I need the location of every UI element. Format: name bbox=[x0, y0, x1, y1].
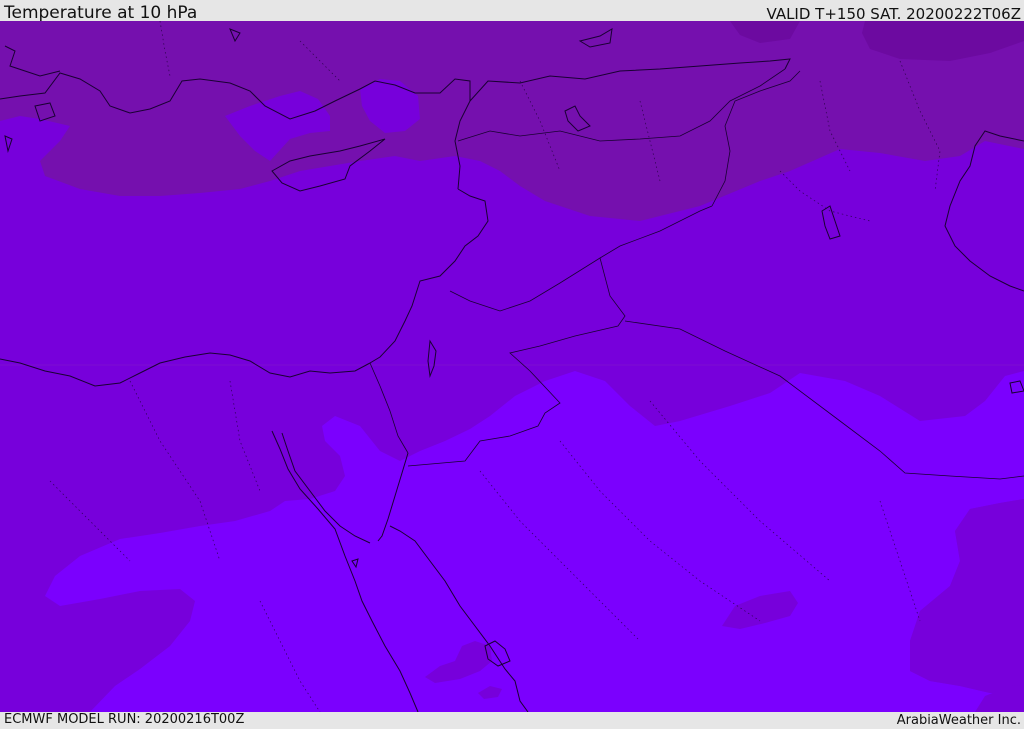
model-run-label: ECMWF MODEL RUN: 20200216T00Z bbox=[4, 712, 245, 727]
credit-label: ArabiaWeather Inc. bbox=[896, 713, 1021, 728]
map-title: Temperature at 10 hPa bbox=[4, 3, 198, 23]
weather-map[interactable] bbox=[0, 21, 1024, 712]
